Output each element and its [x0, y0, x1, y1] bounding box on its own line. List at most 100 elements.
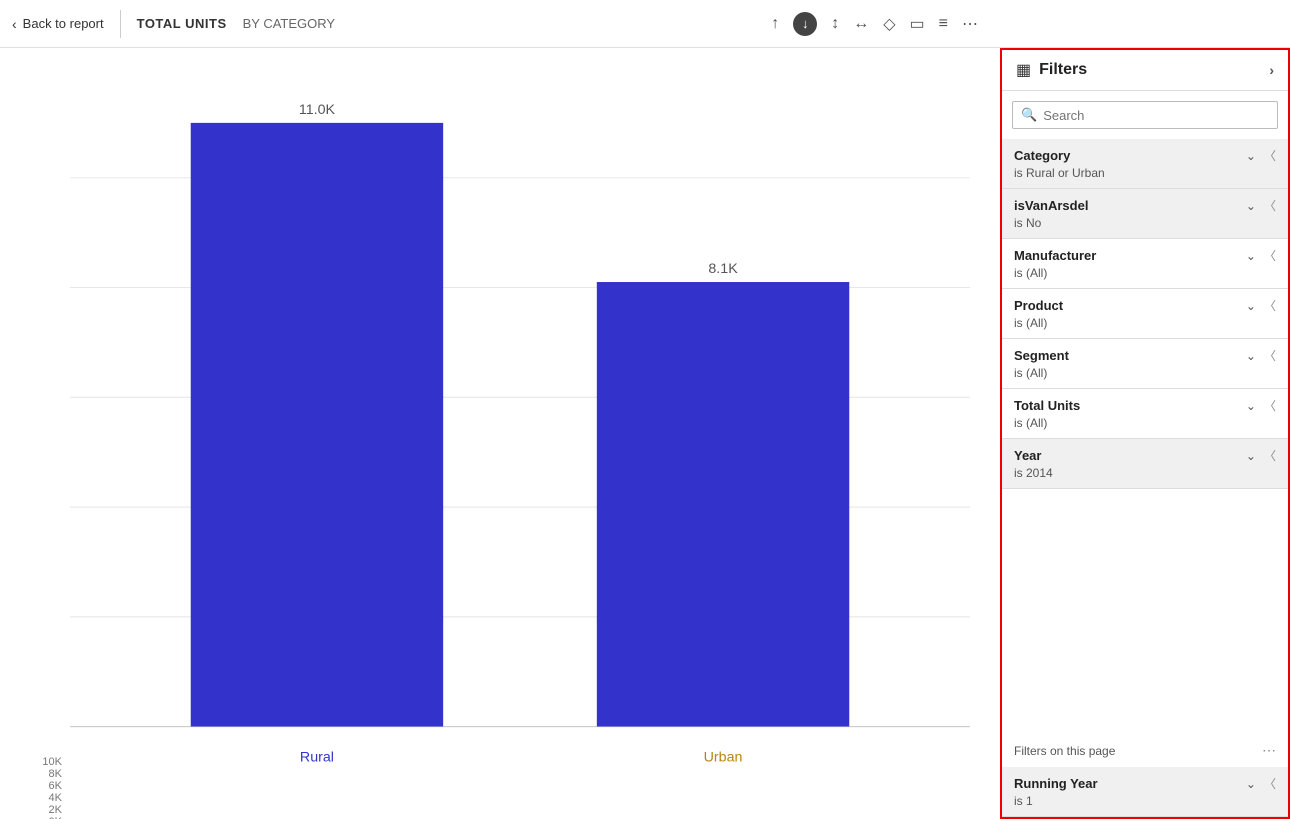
pin-icon[interactable]: ◇ [883, 14, 895, 34]
y-label-4k: 4K [49, 792, 62, 804]
filter-chevron-isvanarsdel[interactable]: ⌄ [1246, 199, 1256, 213]
filter-name-total-units: Total Units [1014, 398, 1080, 413]
filter-name-category: Category [1014, 148, 1070, 163]
filter-item-segment-header: Segment ⌄ 〈 [1014, 347, 1276, 364]
filter-icons-isvanarsdel: ⌄ 〈 [1246, 197, 1276, 214]
y-label-2k: 2K [49, 804, 62, 816]
filters-collapse-button[interactable]: › [1269, 62, 1274, 78]
chart-wrapper: 0K 2K 4K 6K 8K 10K [30, 68, 970, 819]
filter-chevron-manufacturer[interactable]: ⌄ [1246, 249, 1256, 263]
filter-chevron-category[interactable]: ⌄ [1246, 149, 1256, 163]
toolbar-left: ‹ Back to report TOTAL UNITS BY CATEGORY [0, 10, 343, 38]
sort-both-icon[interactable]: ↕ [831, 15, 839, 33]
filter-chevron-product[interactable]: ⌄ [1246, 299, 1256, 313]
filter-clear-manufacturer[interactable]: 〈 [1264, 247, 1276, 264]
bar-urban[interactable] [597, 282, 849, 727]
y-label-6k: 6K [49, 780, 62, 792]
back-button[interactable]: ‹ Back to report [0, 10, 121, 38]
breadcrumb-title: TOTAL UNITS [121, 16, 235, 31]
filters-panel: ▦ Filters › 🔍 Category ⌄ 〈 is Rural or U… [1000, 48, 1290, 819]
filter-clear-isvanarsdel[interactable]: 〈 [1264, 197, 1276, 214]
filter-chevron-segment[interactable]: ⌄ [1246, 349, 1256, 363]
filter-icon[interactable]: ≡ [939, 15, 948, 33]
filter-item-product[interactable]: Product ⌄ 〈 is (All) [1002, 289, 1288, 339]
filter-clear-category[interactable]: 〈 [1264, 147, 1276, 164]
filters-page-section: Filters on this page ⋯ [1002, 734, 1288, 767]
filter-icons-product: ⌄ 〈 [1246, 297, 1276, 314]
filter-icons-category: ⌄ 〈 [1246, 147, 1276, 164]
copy-icon[interactable]: ▭ [910, 14, 925, 34]
filter-chevron-year[interactable]: ⌄ [1246, 449, 1256, 463]
filter-clear-running-year[interactable]: 〈 [1264, 775, 1276, 792]
filter-item-category[interactable]: Category ⌄ 〈 is Rural or Urban [1002, 139, 1288, 189]
filter-item-total-units[interactable]: Total Units ⌄ 〈 is (All) [1002, 389, 1288, 439]
main-content: 0K 2K 4K 6K 8K 10K [0, 48, 1290, 819]
filter-chevron-total-units[interactable]: ⌄ [1246, 399, 1256, 413]
chart-inner: 0K 2K 4K 6K 8K 10K [30, 68, 970, 819]
y-label-8k: 8K [49, 768, 62, 780]
toolbar: ‹ Back to report TOTAL UNITS BY CATEGORY… [0, 0, 1290, 48]
filters-title-wrap: ▦ Filters [1016, 60, 1087, 80]
filter-item-isvanarsdel[interactable]: isVanArsdel ⌄ 〈 is No [1002, 189, 1288, 239]
y-label-10k: 10K [42, 756, 62, 768]
filter-name-manufacturer: Manufacturer [1014, 248, 1096, 263]
filter-value-isvanarsdel: is No [1014, 216, 1276, 230]
filter-value-manufacturer: is (All) [1014, 266, 1276, 280]
filter-item-running-year[interactable]: Running Year ⌄ 〈 is 1 [1002, 767, 1288, 817]
filter-icons-manufacturer: ⌄ 〈 [1246, 247, 1276, 264]
search-icon: 🔍 [1021, 107, 1037, 123]
filter-item-manufacturer[interactable]: Manufacturer ⌄ 〈 is (All) [1002, 239, 1288, 289]
filter-icons-running-year: ⌄ 〈 [1246, 775, 1276, 792]
filter-chevron-running-year[interactable]: ⌄ [1246, 777, 1256, 791]
filter-item-year-header: Year ⌄ 〈 [1014, 447, 1276, 464]
filter-name-year: Year [1014, 448, 1041, 463]
filter-name-segment: Segment [1014, 348, 1069, 363]
filter-value-year: is 2014 [1014, 466, 1276, 480]
filter-value-product: is (All) [1014, 316, 1276, 330]
toolbar-icons: ↑ ↓ ↕ ↔ ◇ ▭ ≡ ⋯ [771, 12, 1278, 36]
filter-value-category: is Rural or Urban [1014, 166, 1276, 180]
filter-item-total-units-header: Total Units ⌄ 〈 [1014, 397, 1276, 414]
filters-title: Filters [1039, 61, 1087, 79]
sort-asc-icon[interactable]: ↑ [771, 15, 779, 33]
filter-icons-total-units: ⌄ 〈 [1246, 397, 1276, 414]
bar-rural[interactable] [191, 123, 443, 727]
filter-name-isvanarsdel: isVanArsdel [1014, 198, 1088, 213]
back-chevron-icon: ‹ [12, 16, 17, 32]
filter-value-running-year: is 1 [1014, 794, 1276, 808]
filter-icons-year: ⌄ 〈 [1246, 447, 1276, 464]
filters-header: ▦ Filters › [1002, 50, 1288, 91]
filter-item-product-header: Product ⌄ 〈 [1014, 297, 1276, 314]
filter-clear-total-units[interactable]: 〈 [1264, 397, 1276, 414]
search-input[interactable] [1043, 108, 1269, 123]
search-box[interactable]: 🔍 [1012, 101, 1278, 129]
filter-item-segment[interactable]: Segment ⌄ 〈 is (All) [1002, 339, 1288, 389]
filter-item-manufacturer-header: Manufacturer ⌄ 〈 [1014, 247, 1276, 264]
filter-name-running-year: Running Year [1014, 776, 1098, 791]
more-icon[interactable]: ⋯ [962, 14, 978, 34]
expand-icon[interactable]: ↔ [853, 15, 869, 33]
filter-item-isvanarsdel-header: isVanArsdel ⌄ 〈 [1014, 197, 1276, 214]
filter-item-year[interactable]: Year ⌄ 〈 is 2014 [1002, 439, 1288, 489]
filters-page-dots[interactable]: ⋯ [1262, 742, 1276, 759]
filter-name-product: Product [1014, 298, 1063, 313]
filters-funnel-icon: ▦ [1016, 60, 1031, 80]
filter-clear-product[interactable]: 〈 [1264, 297, 1276, 314]
filter-value-total-units: is (All) [1014, 416, 1276, 430]
chart-svg: 11.0K 8.1K Rural Urban [70, 68, 970, 819]
breadcrumb-subtitle: BY CATEGORY [235, 16, 343, 31]
chart-area: 0K 2K 4K 6K 8K 10K [0, 48, 1000, 819]
filters-page-label: Filters on this page [1014, 744, 1115, 758]
filter-item-category-header: Category ⌄ 〈 [1014, 147, 1276, 164]
back-label: Back to report [23, 16, 104, 31]
svg-text:8.1K: 8.1K [708, 261, 738, 277]
y-axis: 0K 2K 4K 6K 8K 10K [30, 756, 70, 819]
filter-value-segment: is (All) [1014, 366, 1276, 380]
chart-plot: 11.0K 8.1K Rural Urban [70, 68, 970, 819]
filter-clear-segment[interactable]: 〈 [1264, 347, 1276, 364]
filter-item-running-year-header: Running Year ⌄ 〈 [1014, 775, 1276, 792]
svg-text:11.0K: 11.0K [299, 102, 336, 118]
svg-text:Urban: Urban [704, 750, 743, 766]
filter-clear-year[interactable]: 〈 [1264, 447, 1276, 464]
sort-desc-icon[interactable]: ↓ [793, 12, 817, 36]
